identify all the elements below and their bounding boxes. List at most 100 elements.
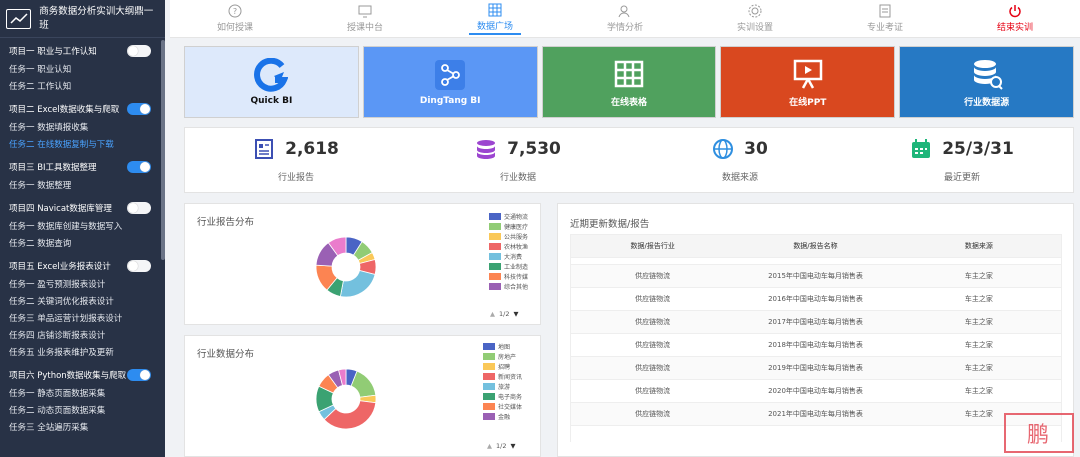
- table-row[interactable]: 供应链物流 2018年中国电动车每月销售表 车主之家: [571, 334, 1061, 357]
- nav-item[interactable]: 学情分析: [560, 0, 690, 37]
- pager-up-icon[interactable]: ▲: [487, 442, 492, 450]
- nav-item[interactable]: 专业考证: [820, 0, 950, 37]
- tool-tile[interactable]: 在线PPT: [720, 46, 896, 118]
- watermark-stamp: 鹏: [1004, 413, 1074, 453]
- table-row[interactable]: 供应链物流 2021年中国电动车每月销售表 车主之家: [571, 403, 1061, 426]
- legend-item[interactable]: 健康医疗: [489, 221, 528, 231]
- sidebar-task[interactable]: 任务二 数据查询: [0, 234, 165, 251]
- pager-down-icon[interactable]: ▼: [513, 310, 518, 318]
- tool-tile[interactable]: 在线表格: [541, 46, 717, 118]
- legend-item[interactable]: 房地产: [483, 351, 522, 361]
- legend-label: 公共服务: [504, 233, 529, 241]
- task-label: 任务五 业务报表维护及更新: [9, 347, 114, 358]
- top-navigation: ? 如何授课 授课中台 数据广场 学情分析 实训设置 专业考证 结束实训: [170, 0, 1080, 38]
- task-label: 任务二 在线数据复制与下载: [9, 139, 114, 150]
- nav-label: 结束实训: [996, 23, 1033, 33]
- pager-down-icon[interactable]: ▼: [510, 442, 515, 450]
- nav-label: 数据广场: [468, 19, 521, 35]
- sidebar-scrollbar[interactable]: [161, 40, 165, 260]
- legend-item[interactable]: 招聘: [483, 361, 522, 371]
- project-toggle[interactable]: [127, 202, 151, 214]
- tile-label: DingTang BI: [419, 96, 481, 106]
- sidebar-project[interactable]: 项目二 Excel数据收集与爬取: [0, 100, 165, 118]
- cell-source: 车主之家: [964, 318, 993, 326]
- table-row[interactable]: 供应链物流 2020年中国电动车每月销售表 车主之家: [571, 380, 1061, 403]
- sidebar-task[interactable]: 任务二 关键词优化报表设计: [0, 292, 165, 309]
- card-title: 行业数据分布: [197, 349, 255, 360]
- stat-label: 最近更新: [943, 172, 980, 183]
- legend-item[interactable]: 地图: [483, 341, 522, 351]
- table-row[interactable]: 供应链物流 2019年中国电动车每月销售表 车主之家: [571, 357, 1061, 380]
- sidebar-project[interactable]: 项目四 Navicat数据库管理: [0, 199, 165, 217]
- quickbi-icon: [254, 58, 289, 92]
- cell-industry: 供应链物流: [635, 318, 671, 326]
- sidebar-project[interactable]: 项目三 BI工具数据整理: [0, 158, 165, 176]
- legend-item[interactable]: 农林牧渔: [489, 241, 528, 251]
- nav-item[interactable]: 授课中台: [300, 0, 430, 37]
- table-row[interactable]: 供应链物流 2016年中国电动车每月销售表 车主之家: [571, 288, 1061, 311]
- data-legend-pager: ▲ 1/2 ▼: [487, 442, 515, 450]
- sidebar-task[interactable]: 任务一 静态页面数据采集: [0, 384, 165, 401]
- donut-slice[interactable]: [339, 269, 376, 298]
- sidebar-project[interactable]: 项目六 Python数据收集与爬取: [0, 366, 165, 384]
- project-label: 项目四 Navicat数据库管理: [9, 204, 112, 214]
- monitor-icon: [358, 5, 372, 18]
- stat-item: 7,530 行业数据: [407, 128, 629, 192]
- legend-item[interactable]: 电子商务: [483, 391, 522, 401]
- legend-item[interactable]: 工业制造: [489, 261, 528, 271]
- sidebar-task[interactable]: 任务二 工作认知: [0, 77, 165, 94]
- legend-item[interactable]: 科技传媒: [489, 271, 528, 281]
- tool-tile[interactable]: 行业数据源: [899, 46, 1074, 118]
- table-row[interactable]: 供应链物流 2017年中国电动车每月销售表 车主之家: [571, 311, 1061, 334]
- table-row[interactable]: 供应链物流 2015年中国电动车每月销售表 车主之家: [571, 265, 1061, 288]
- sidebar-task[interactable]: 任务二 动态页面数据采集: [0, 401, 165, 418]
- pager-text: 1/2: [499, 310, 510, 318]
- nav-item[interactable]: 数据广场: [430, 0, 560, 37]
- legend-item[interactable]: 公共服务: [489, 231, 528, 241]
- project-toggle[interactable]: [127, 45, 151, 57]
- stat-label: 行业报告: [277, 172, 314, 183]
- sidebar-task[interactable]: 任务二 在线数据复制与下载: [0, 135, 165, 152]
- legend-item[interactable]: 大消费: [489, 251, 528, 261]
- legend-item[interactable]: 金融: [483, 411, 522, 421]
- legend-item[interactable]: 交通物流: [489, 211, 528, 221]
- legend-label: 新闻资讯: [498, 373, 523, 381]
- tool-tile[interactable]: Quick BI: [184, 46, 359, 118]
- legend-item[interactable]: 旅游: [483, 381, 522, 391]
- sidebar-project[interactable]: 项目一 职业与工作认知: [0, 42, 165, 60]
- sidebar-task[interactable]: 任务一 盈亏预测报表设计: [0, 275, 165, 292]
- task-label: 任务一 数据填报收集: [9, 122, 89, 133]
- nav-item[interactable]: 实训设置: [690, 0, 820, 37]
- nav-label: 专业考证: [866, 23, 903, 33]
- table-row[interactable]: 供应链物流 美仪公司供应链数据 其他: [571, 258, 1061, 265]
- tool-tile[interactable]: DingTang BI: [362, 46, 538, 118]
- sidebar-task[interactable]: 任务一 数据库创建与数据写入: [0, 217, 165, 234]
- sidebar-task[interactable]: 任务五 业务报表维护及更新: [0, 343, 165, 360]
- nav-item[interactable]: ? 如何授课: [170, 0, 300, 37]
- project-toggle[interactable]: [127, 260, 151, 272]
- table-body[interactable]: 供应链物流 美仪公司供应链数据 其他 供应链物流 2015年中国电动车每月销售表…: [570, 258, 1062, 442]
- sidebar-project[interactable]: 项目五 Excel业务报表设计: [0, 257, 165, 275]
- card-title: 行业报告分布: [197, 217, 255, 228]
- legend-swatch: [489, 242, 501, 250]
- sidebar-task[interactable]: 任务一 职业认知: [0, 60, 165, 77]
- legend-swatch: [483, 382, 495, 390]
- legend-swatch: [483, 362, 495, 370]
- pager-up-icon[interactable]: ▲: [490, 310, 495, 318]
- legend-swatch: [483, 342, 495, 350]
- legend-item[interactable]: 综合其他: [489, 281, 528, 291]
- nav-item[interactable]: 结束实训: [950, 0, 1080, 37]
- sidebar-task[interactable]: 任务三 全站遍历采集: [0, 418, 165, 435]
- legend-item[interactable]: 新闻资讯: [483, 371, 522, 381]
- stat-item: 30 数据来源: [629, 128, 851, 192]
- sidebar-task[interactable]: 任务四 店铺诊断报表设计: [0, 326, 165, 343]
- project-toggle[interactable]: [127, 369, 151, 381]
- sidebar-task[interactable]: 任务三 单品运营计划报表设计: [0, 309, 165, 326]
- project-toggle[interactable]: [127, 161, 151, 173]
- task-label: 任务一 数据库创建与数据写入: [9, 221, 123, 232]
- legend-item[interactable]: 社交媒体: [483, 401, 522, 411]
- app: 商务数据分析实训大纲鼎一班 项目一 职业与工作认知 任务一 职业认知 任务二 工…: [0, 0, 1080, 457]
- sidebar-task[interactable]: 任务一 数据填报收集: [0, 118, 165, 135]
- project-toggle[interactable]: [127, 103, 151, 115]
- sidebar-task[interactable]: 任务一 数据整理: [0, 176, 165, 193]
